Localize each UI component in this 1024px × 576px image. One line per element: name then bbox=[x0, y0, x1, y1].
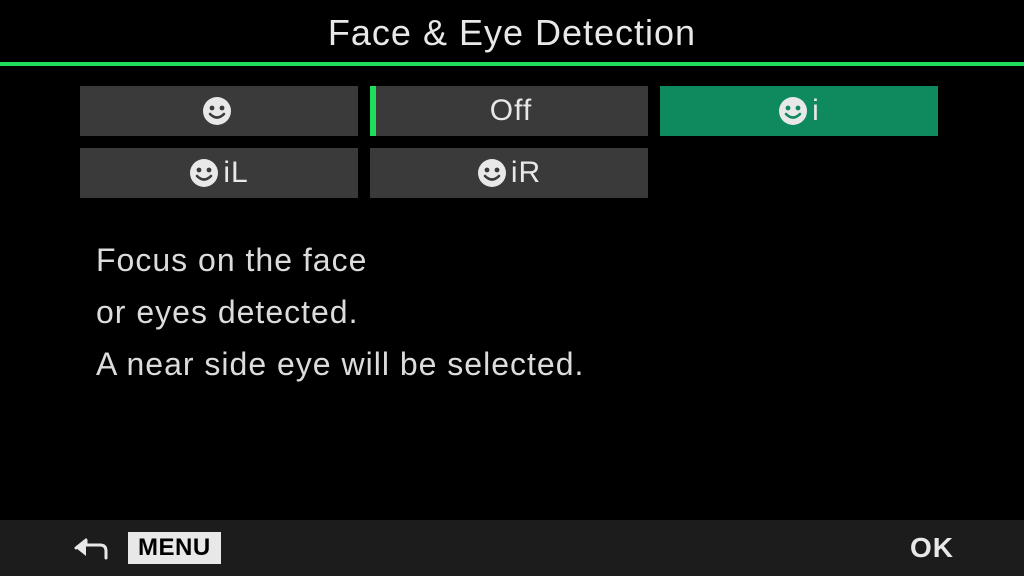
face-icon bbox=[477, 158, 507, 188]
menu-button[interactable]: MENU bbox=[128, 532, 221, 564]
option-face-eye-left[interactable]: iL bbox=[80, 148, 358, 198]
options-grid: Off i iL iR bbox=[80, 86, 944, 210]
ok-button[interactable]: OK bbox=[910, 532, 954, 564]
option-suffix: iR bbox=[511, 156, 541, 190]
option-suffix: i bbox=[812, 94, 820, 128]
title-divider bbox=[0, 62, 1024, 66]
description-line: or eyes detected. bbox=[96, 286, 876, 338]
description-line: Focus on the face bbox=[96, 234, 876, 286]
option-face-only[interactable] bbox=[80, 86, 358, 136]
description-text: Focus on the face or eyes detected. A ne… bbox=[96, 234, 876, 390]
option-face-eye-right[interactable]: iR bbox=[370, 148, 648, 198]
page-title: Face & Eye Detection bbox=[0, 0, 1024, 54]
options-row-2: iL iR bbox=[80, 148, 944, 198]
options-row-1: Off i bbox=[80, 86, 944, 136]
face-icon bbox=[202, 96, 232, 126]
option-face-eye-auto[interactable]: i bbox=[660, 86, 938, 136]
back-arrow-icon[interactable] bbox=[70, 534, 110, 562]
option-suffix: iL bbox=[223, 156, 248, 190]
face-icon bbox=[189, 158, 219, 188]
camera-menu-screen: Face & Eye Detection Off i bbox=[0, 0, 1024, 576]
option-off[interactable]: Off bbox=[370, 86, 648, 136]
option-suffix: Off bbox=[490, 94, 532, 128]
face-icon bbox=[778, 96, 808, 126]
description-line: A near side eye will be selected. bbox=[96, 338, 876, 390]
footer-bar: MENU OK bbox=[0, 520, 1024, 576]
